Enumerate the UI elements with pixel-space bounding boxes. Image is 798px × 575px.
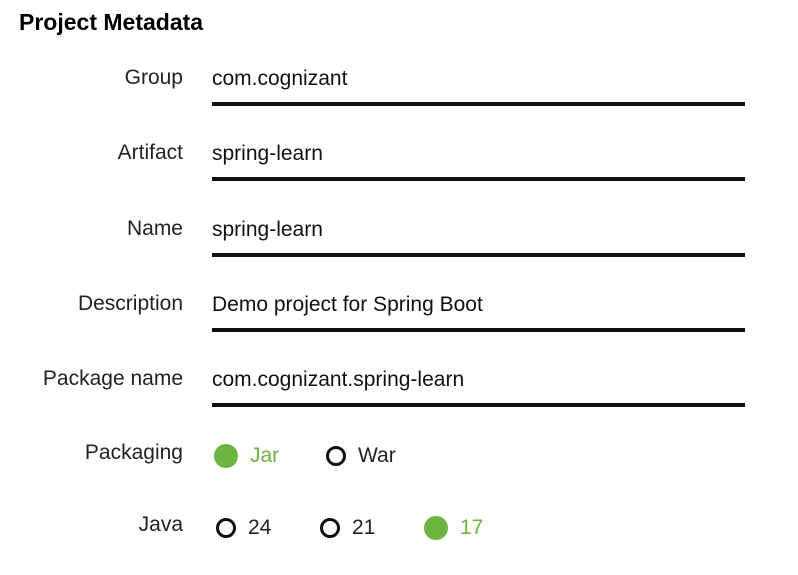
java-row: Java 24 21 17: [0, 513, 798, 553]
package-name-input[interactable]: [212, 365, 745, 395]
java-option-label: 24: [248, 516, 272, 539]
java-label: Java: [138, 513, 183, 536]
description-input[interactable]: [212, 290, 745, 320]
description-row: Description: [0, 290, 798, 332]
radio-selected-icon: [214, 444, 238, 468]
packaging-option-war[interactable]: War: [326, 441, 396, 471]
artifact-row: Artifact: [0, 139, 798, 181]
packaging-option-jar[interactable]: Jar: [214, 441, 279, 471]
package-name-field[interactable]: [212, 365, 745, 407]
group-label: Group: [124, 66, 183, 89]
description-label: Description: [77, 292, 183, 315]
java-option-21[interactable]: 21: [320, 513, 375, 543]
name-input[interactable]: [212, 215, 745, 245]
java-option-17[interactable]: 17: [424, 513, 483, 543]
packaging-option-label: War: [358, 444, 396, 467]
packaging-label: Packaging: [84, 441, 183, 464]
java-option-label: 17: [460, 516, 484, 539]
radio-unselected-icon: [320, 518, 340, 538]
name-row: Name: [0, 215, 798, 257]
java-option-label: 21: [352, 516, 376, 539]
artifact-label: Artifact: [117, 141, 183, 164]
name-field[interactable]: [212, 215, 745, 257]
description-field[interactable]: [212, 290, 745, 332]
java-option-24[interactable]: 24: [216, 513, 271, 543]
package-name-row: Package name: [0, 365, 798, 407]
radio-unselected-icon: [216, 518, 236, 538]
radio-unselected-icon: [326, 446, 346, 466]
packaging-row: Packaging Jar War: [0, 441, 798, 481]
radio-selected-icon: [424, 516, 448, 540]
group-field[interactable]: [212, 64, 745, 106]
section-title: Project Metadata: [19, 9, 204, 35]
group-row: Group: [0, 64, 798, 106]
artifact-field[interactable]: [212, 139, 745, 181]
package-name-label: Package name: [42, 367, 183, 390]
packaging-option-label: Jar: [250, 444, 280, 467]
name-label: Name: [126, 217, 183, 240]
group-input[interactable]: [212, 64, 745, 94]
artifact-input[interactable]: [212, 139, 745, 169]
